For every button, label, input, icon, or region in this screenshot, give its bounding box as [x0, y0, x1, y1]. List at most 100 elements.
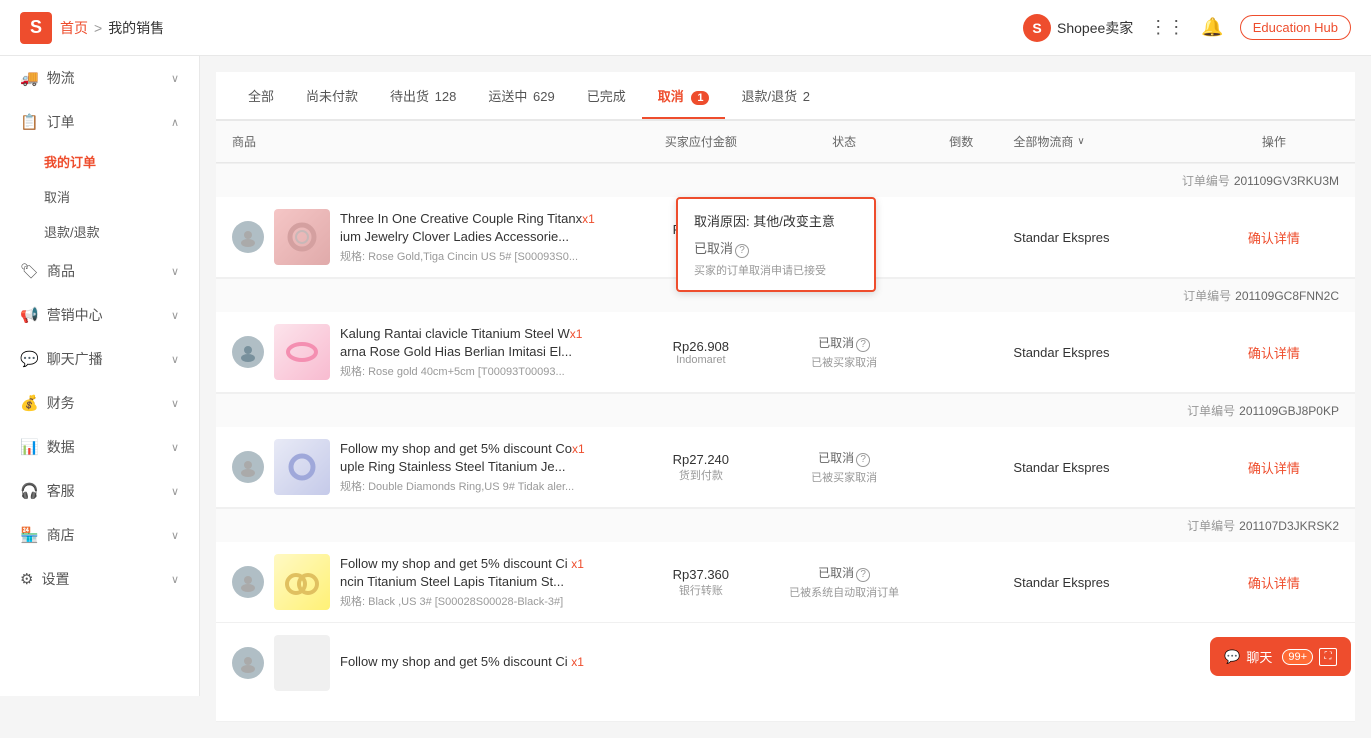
tab-all[interactable]: 全部: [232, 72, 290, 119]
sidebar-item-chat[interactable]: 💬 聊天广播 ∨: [0, 337, 199, 381]
product-qty-1: x1: [582, 212, 595, 226]
product-thumbnail-2: [274, 324, 330, 380]
collapse-icon: ∨: [171, 309, 179, 322]
sidebar-item-settings[interactable]: ⚙ 设置 ∨: [0, 557, 199, 601]
order-id-label: 订单编号: [1182, 172, 1230, 189]
header-right: S Shopee卖家 ⋮⋮ 🔔 Education Hub: [1023, 14, 1351, 42]
confirm-details-button-4[interactable]: 确认详情: [1248, 573, 1300, 592]
order-id-value-2: 201109GC8FNN2C: [1235, 289, 1339, 303]
logistics-col-2: Standar Ekspres: [1013, 345, 1208, 360]
sidebar-sub-returns[interactable]: 退款/退款: [44, 214, 199, 249]
order-group-1: 订单编号 201109GV3RKU3M 取消原因: 其他/改变主意 已取消? 买…: [216, 163, 1355, 278]
avatar-3: [232, 451, 264, 483]
logistics-dropdown-icon: ∨: [1077, 136, 1084, 147]
info-icon-3[interactable]: ?: [856, 453, 870, 467]
tab-unpaid[interactable]: 尚未付款: [290, 72, 374, 119]
status-badge-2: 已取消?: [779, 334, 909, 352]
sidebar-item-shop[interactable]: 🏪 商店 ∨: [0, 513, 199, 557]
logistics-col-1: Standar Ekspres: [1013, 230, 1208, 245]
page-layout: 🚚 物流 ∨ 📋 订单 ∧ 我的订单 取消 退款/退款 🏷 商品 ∨ 📢 营销中…: [0, 0, 1371, 738]
sidebar-item-label: 财务: [47, 393, 171, 413]
main-content: 全部 尚未付款 待出货 128 运送中 629 已完成 取消 1 退款/退货 2…: [200, 56, 1371, 738]
orders-submenu: 我的订单 取消 退款/退款: [0, 144, 199, 249]
product-name-5: Follow my shop and get 5% discount Ci x1: [340, 653, 1339, 671]
col-header-product: 商品: [232, 133, 623, 150]
amount-note-2: Indomaret: [623, 354, 779, 366]
sidebar-item-label: 设置: [41, 569, 170, 589]
settings-icon: ⚙: [20, 570, 33, 588]
col-header-logistics[interactable]: 全部物流商 ∨: [1013, 133, 1208, 150]
collapse-icon: ∨: [171, 441, 179, 454]
product-thumbnail-4: [274, 554, 330, 610]
confirm-details-button-3[interactable]: 确认详情: [1248, 458, 1300, 477]
col-header-countdown: 倒数: [909, 133, 1013, 150]
breadcrumb: 首页 > 我的销售: [60, 18, 164, 38]
orders-table: 商品 买家应付金额 状态 倒数 全部物流商 ∨ 操作 订单编号 201109GV…: [216, 120, 1355, 722]
product-col-1: Three In One Creative Couple Ring Titanx…: [232, 209, 623, 265]
seller-name: Shopee卖家: [1057, 18, 1133, 38]
tab-returns[interactable]: 退款/退货 2: [725, 72, 825, 119]
sidebar-sub-my-orders[interactable]: 我的订单: [44, 144, 199, 179]
info-icon-2[interactable]: ?: [856, 338, 870, 352]
sidebar-item-orders[interactable]: 📋 订单 ∧: [0, 100, 199, 144]
education-hub-button[interactable]: Education Hub: [1240, 15, 1351, 40]
amount-value-4: Rp37.360: [623, 567, 779, 582]
table-row: Follow my shop and get 5% discount Ci x1…: [216, 542, 1355, 622]
collapse-icon: ∨: [171, 353, 179, 366]
amount-note-4: 银行转账: [623, 582, 779, 598]
order-id-value-3: 201109GBJ8P0KP: [1239, 404, 1339, 418]
sidebar-item-products[interactable]: 🏷 商品 ∨: [0, 249, 199, 293]
sidebar-item-label: 商店: [47, 525, 171, 545]
action-col-4: 确认详情: [1209, 573, 1339, 592]
product-info-4: Follow my shop and get 5% discount Ci x1…: [340, 555, 623, 609]
order-group-2: 订单编号 201109GC8FNN2C Kalung Rantai clavic…: [216, 278, 1355, 393]
product-thumbnail-3: [274, 439, 330, 495]
order-id-label: 订单编号: [1183, 287, 1231, 304]
grid-icon[interactable]: ⋮⋮: [1149, 17, 1185, 38]
sidebar-item-service[interactable]: 🎧 客服 ∨: [0, 469, 199, 513]
shop-icon: 🏪: [20, 526, 39, 544]
order-tabs: 全部 尚未付款 待出货 128 运送中 629 已完成 取消 1 退款/退货 2: [216, 72, 1355, 120]
chat-bubble[interactable]: 💬 聊天 99+ ⛶: [1210, 637, 1351, 676]
order-group-5: Follow my shop and get 5% discount Ci x1: [216, 623, 1355, 722]
product-qty-3: x1: [572, 442, 585, 456]
info-icon-4[interactable]: ?: [856, 568, 870, 582]
sidebar-item-data[interactable]: 📊 数据 ∨: [0, 425, 199, 469]
tab-completed[interactable]: 已完成: [571, 72, 642, 119]
order-id-row-1: 订单编号 201109GV3RKU3M: [216, 163, 1355, 197]
app-header: S 首页 > 我的销售 S Shopee卖家 ⋮⋮ 🔔 Education Hu…: [0, 0, 1371, 56]
breadcrumb-home[interactable]: 首页: [60, 18, 88, 38]
action-col-1: 确认详情: [1209, 228, 1339, 247]
cancel-reason-tooltip: 取消原因: 其他/改变主意 已取消? 买家的订单取消申请已接受: [676, 197, 876, 292]
table-header-row: 商品 买家应付金额 状态 倒数 全部物流商 ∨ 操作: [216, 120, 1355, 163]
tab-cancelled[interactable]: 取消 1: [642, 72, 726, 119]
sidebar-sub-cancel[interactable]: 取消: [44, 179, 199, 214]
order-group-3: 订单编号 201109GBJ8P0KP Follow my shop and g…: [216, 393, 1355, 508]
product-col-2: Kalung Rantai clavicle Titanium Steel Wx…: [232, 324, 623, 380]
sidebar-item-finance[interactable]: 💰 财务 ∨: [0, 381, 199, 425]
tab-shipping[interactable]: 运送中 629: [472, 72, 570, 119]
info-icon[interactable]: ?: [735, 244, 749, 258]
expand-chat-icon[interactable]: ⛶: [1319, 648, 1337, 666]
tab-pending[interactable]: 待出货 128: [374, 72, 472, 119]
expand-icon: ∧: [171, 116, 179, 129]
avatar-5: [232, 647, 264, 679]
product-spec-3: 规格: Double Diamonds Ring,US 9# Tidak ale…: [340, 478, 623, 494]
notification-bell-icon[interactable]: 🔔: [1201, 17, 1223, 38]
status-col-4: 已取消? 已被系统自动取消订单: [779, 564, 909, 600]
sidebar-item-logistics[interactable]: 🚚 物流 ∨: [0, 56, 199, 100]
amount-col-2: Rp26.908 Indomaret: [623, 339, 779, 366]
collapse-icon: ∨: [171, 529, 179, 542]
tooltip-status: 已取消?: [694, 238, 858, 258]
table-row: Follow my shop and get 5% discount Cox1u…: [216, 427, 1355, 507]
tab-returns-count: 2: [803, 89, 810, 104]
amount-value-3: Rp27.240: [623, 452, 779, 467]
confirm-details-button-1[interactable]: 确认详情: [1248, 228, 1300, 247]
tab-cancelled-badge: 1: [691, 91, 709, 105]
product-name-4: Follow my shop and get 5% discount Ci x1…: [340, 555, 623, 591]
seller-logo: S: [1023, 14, 1051, 42]
confirm-details-button-2[interactable]: 确认详情: [1248, 343, 1300, 362]
action-col-3: 确认详情: [1209, 458, 1339, 477]
product-col-5: Follow my shop and get 5% discount Ci x1: [232, 635, 1339, 691]
sidebar-item-marketing[interactable]: 📢 营销中心 ∨: [0, 293, 199, 337]
